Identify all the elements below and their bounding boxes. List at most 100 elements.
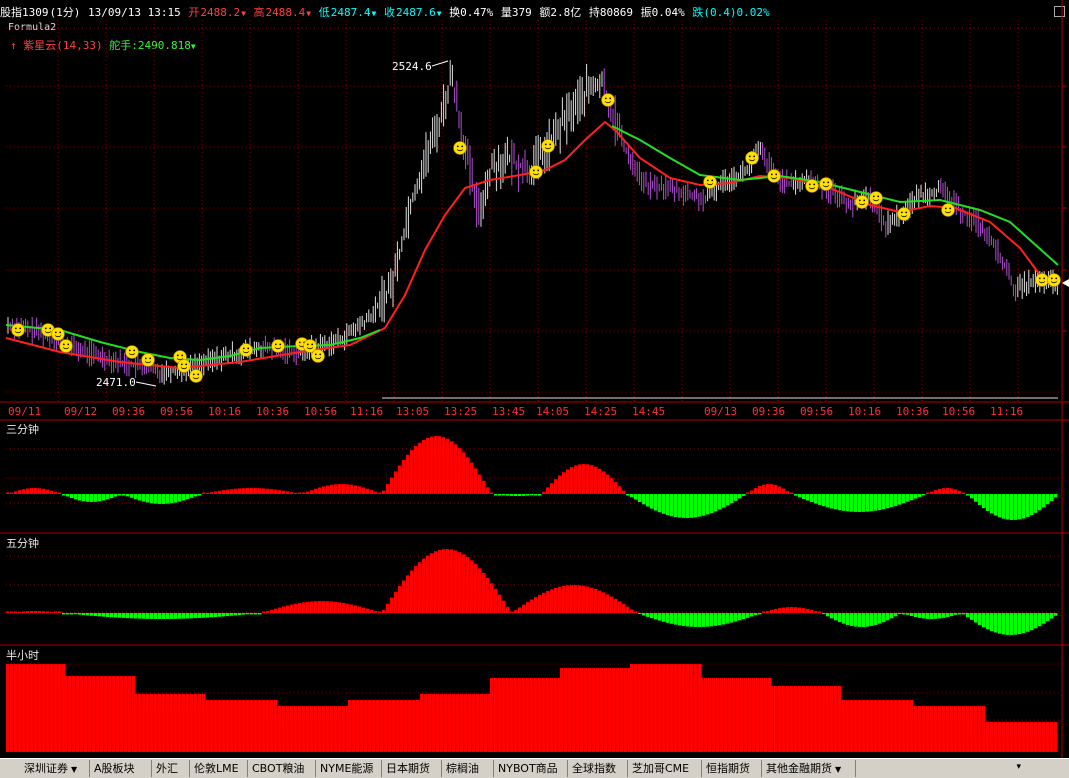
osc-bar-3min: [390, 477, 394, 494]
tab-1[interactable]: 深圳证券 ▼: [20, 760, 90, 777]
osc-bar-5min: [694, 613, 698, 627]
osc-bar-5min: [262, 611, 266, 613]
osc-bar-30min: [38, 664, 42, 752]
dropdown-arrow-icon[interactable]: ▼: [835, 765, 841, 774]
smiley-eye: [456, 145, 459, 148]
osc-bar-30min: [26, 664, 30, 752]
tab-10[interactable]: 全球指数: [568, 760, 628, 777]
osc-bar-3min: [422, 439, 426, 494]
osc-bar-5min: [802, 608, 806, 613]
osc-bar-3min: [366, 488, 370, 494]
osc-bar-5min: [1054, 613, 1058, 616]
osc-bar-30min: [914, 706, 918, 752]
osc-bar-5min: [618, 601, 622, 613]
osc-bar-30min: [596, 668, 600, 752]
osc-bar-30min: [958, 706, 962, 752]
tab-6[interactable]: NYME能源: [316, 760, 382, 777]
tab-2[interactable]: A股板块: [90, 760, 152, 777]
osc-bar-30min: [318, 706, 322, 752]
smiley-icon: [745, 151, 759, 165]
tab-11[interactable]: 芝加哥CME: [628, 760, 702, 777]
osc-bar-30min: [708, 678, 712, 752]
osc-bar-3min: [14, 491, 18, 494]
tab-4[interactable]: 伦敦LME: [190, 760, 248, 777]
tab-7[interactable]: 日本期货: [382, 760, 442, 777]
osc-bar-30min: [658, 664, 662, 752]
osc-bar-30min: [568, 668, 572, 752]
osc-bar-5min: [674, 613, 678, 625]
osc-bar-3min: [178, 494, 182, 502]
osc-bar-3min: [914, 494, 918, 499]
tab-9[interactable]: NYBOT商品: [494, 760, 568, 777]
osc-bar-5min: [778, 608, 782, 613]
tab-13[interactable]: 其他金融期货 ▼: [762, 760, 856, 777]
osc-bar-5min: [818, 611, 822, 613]
osc-bar-30min: [266, 700, 270, 752]
chart-canvas[interactable]: 09/11 09/12 09:36 09:56 10:16 10:36 10:56 11:16…: [0, 0, 1069, 758]
tab-12[interactable]: 恒指期货: [702, 760, 762, 777]
osc-bar-30min: [218, 700, 222, 752]
smiley-icon: [177, 359, 191, 373]
osc-bar-5min: [950, 613, 954, 616]
osc-bar-3min: [646, 494, 650, 507]
osc-bar-30min: [814, 686, 818, 752]
osc-bar-3min: [210, 492, 214, 494]
osc-bar-5min: [918, 613, 922, 618]
osc-bar-3min: [662, 494, 666, 514]
osc-bar-3min: [674, 494, 678, 518]
osc-bar-30min: [100, 676, 104, 752]
osc-bar-30min: [432, 694, 436, 752]
more-tabs-icon[interactable]: ▾: [1016, 762, 1021, 772]
osc-bar-30min: [998, 722, 1002, 752]
osc-bar-30min: [1038, 722, 1042, 752]
smiley-icon: [1047, 273, 1061, 287]
osc-bar-30min: [464, 694, 468, 752]
osc-bar-30min: [748, 678, 752, 752]
osc-bar-3min: [522, 494, 526, 496]
osc-bar-30min: [186, 694, 190, 752]
tab-5[interactable]: CBOT粮油: [248, 760, 316, 777]
osc-bar-3min: [554, 479, 558, 494]
time-tick-label: 10:36: [896, 405, 929, 418]
osc-bar-5min: [682, 613, 686, 626]
osc-bar-30min: [716, 678, 720, 752]
osc-bar-3min: [774, 485, 778, 494]
osc-bar-5min: [542, 592, 546, 613]
osc-bar-3min: [862, 494, 866, 512]
osc-bar-5min: [402, 580, 406, 613]
osc-bar-3min: [350, 484, 354, 494]
osc-bar-3min: [302, 492, 306, 494]
osc-bar-30min: [1042, 722, 1046, 752]
osc-bar-3min: [706, 494, 710, 515]
osc-bar-5min: [166, 613, 170, 619]
osc-bar-5min: [306, 601, 310, 613]
osc-bar-3min: [574, 465, 578, 494]
osc-bar-3min: [794, 494, 798, 496]
osc-bar-3min: [198, 494, 202, 496]
osc-bar-30min: [190, 694, 194, 752]
osc-bar-3min: [26, 488, 30, 494]
tab-8[interactable]: 棕榈油: [442, 760, 494, 777]
osc-bar-5min: [286, 605, 290, 613]
osc-bar-3min: [454, 444, 458, 494]
osc-bar-3min: [378, 492, 382, 494]
osc-bar-30min: [42, 664, 46, 752]
osc-bar-3min: [78, 494, 82, 501]
tab-3[interactable]: 外汇: [152, 760, 190, 777]
osc-bar-30min: [222, 700, 226, 752]
osc-bar-5min: [178, 613, 182, 619]
osc-bar-30min: [242, 700, 246, 752]
osc-bar-30min: [882, 700, 886, 752]
smiley-eye: [306, 343, 309, 346]
osc-bar-30min: [608, 668, 612, 752]
dropdown-arrow-icon[interactable]: ▼: [71, 765, 77, 774]
osc-bar-3min: [590, 465, 594, 494]
osc-bar-5min: [846, 613, 850, 625]
osc-bar-5min: [438, 549, 442, 613]
smiley-icon: [239, 343, 253, 357]
osc-bar-5min: [594, 588, 598, 613]
osc-bar-3min: [430, 436, 434, 494]
osc-bar-3min: [518, 494, 522, 496]
osc-bar-30min: [736, 678, 740, 752]
osc-bar-5min: [710, 613, 714, 627]
